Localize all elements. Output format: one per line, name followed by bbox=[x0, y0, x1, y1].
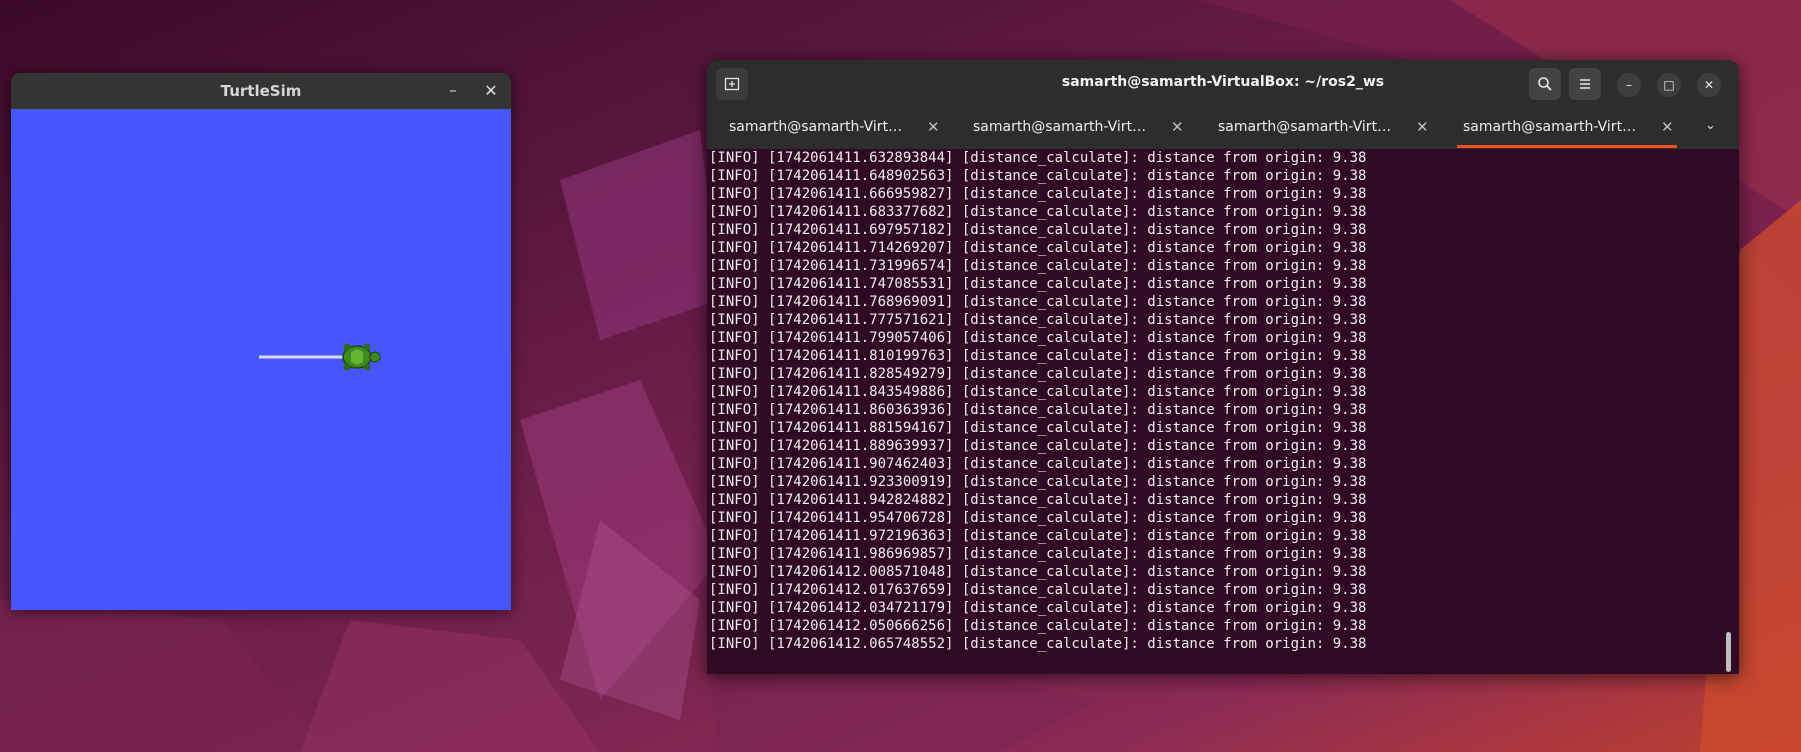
turtlesim-titlebar[interactable]: TurtleSim – ✕ bbox=[11, 73, 511, 110]
log-line: [INFO] [1742061412.008571048] [distance_… bbox=[709, 564, 1367, 580]
menu-button[interactable] bbox=[1569, 68, 1601, 100]
terminal-tab[interactable]: samarth@samarth-Virtu... ✕ bbox=[715, 108, 951, 149]
log-line: [INFO] [1742061411.881594167] [distance_… bbox=[709, 420, 1367, 436]
log-line: [INFO] [1742061411.648902563] [distance_… bbox=[709, 168, 1367, 184]
log-line: [INFO] [1742061411.889639937] [distance_… bbox=[709, 438, 1367, 454]
log-line: [INFO] [1742061411.986969857] [distance_… bbox=[709, 546, 1367, 562]
terminal-window: samarth@samarth-VirtualBox: ~/ros2_ws – … bbox=[707, 60, 1739, 674]
turtlesim-title: TurtleSim bbox=[220, 82, 302, 100]
tab-label: samarth@samarth-Virtu... bbox=[1218, 119, 1398, 135]
turtlesim-canvas bbox=[11, 109, 511, 610]
log-line: [INFO] [1742061412.050666256] [distance_… bbox=[709, 618, 1367, 634]
log-line: [INFO] [1742061411.768969091] [distance_… bbox=[709, 294, 1367, 310]
terminal-output[interactable]: [INFO] [1742061411.632893844] [distance_… bbox=[707, 149, 1727, 674]
log-line: [INFO] [1742061411.907462403] [distance_… bbox=[709, 456, 1367, 472]
turtle-drawing bbox=[259, 343, 381, 371]
log-line: [INFO] [1742061411.731996574] [distance_… bbox=[709, 258, 1367, 274]
log-line: [INFO] [1742061412.034721179] [distance_… bbox=[709, 600, 1367, 616]
log-line: [INFO] [1742061411.843549886] [distance_… bbox=[709, 384, 1367, 400]
log-line: [INFO] [1742061411.777571621] [distance_… bbox=[709, 312, 1367, 328]
log-line: [INFO] [1742061411.860363936] [distance_… bbox=[709, 402, 1367, 418]
log-line: [INFO] [1742061411.714269207] [distance_… bbox=[709, 240, 1367, 256]
log-line: [INFO] [1742061411.683377682] [distance_… bbox=[709, 204, 1367, 220]
tab-label: samarth@samarth-Virtu... bbox=[973, 119, 1153, 135]
hamburger-menu-icon bbox=[1580, 79, 1590, 89]
minimize-button[interactable]: – bbox=[1617, 73, 1641, 97]
log-line: [INFO] [1742061411.799057406] [distance_… bbox=[709, 330, 1367, 346]
close-button[interactable]: ✕ bbox=[1697, 73, 1721, 97]
log-line: [INFO] [1742061411.923300919] [distance_… bbox=[709, 474, 1367, 490]
terminal-tab-active[interactable]: samarth@samarth-Virtu... ✕ bbox=[1449, 108, 1685, 149]
tab-close-icon[interactable]: ✕ bbox=[1171, 118, 1184, 136]
log-line: [INFO] [1742061412.017637659] [distance_… bbox=[709, 582, 1367, 598]
active-tab-indicator bbox=[1457, 145, 1677, 148]
close-button[interactable]: ✕ bbox=[479, 79, 503, 103]
search-button[interactable] bbox=[1529, 68, 1561, 100]
scrollbar[interactable] bbox=[1726, 632, 1731, 672]
tab-close-icon[interactable]: ✕ bbox=[1416, 118, 1429, 136]
tab-close-icon[interactable]: ✕ bbox=[927, 118, 940, 136]
log-line: [INFO] [1742061411.810199763] [distance_… bbox=[709, 348, 1367, 364]
log-line: [INFO] [1742061411.828549279] [distance_… bbox=[709, 366, 1367, 382]
log-line: [INFO] [1742061411.697957182] [distance_… bbox=[709, 222, 1367, 238]
log-line: [INFO] [1742061411.954706728] [distance_… bbox=[709, 510, 1367, 526]
tab-bar: samarth@samarth-Virtu... ✕ samarth@samar… bbox=[707, 108, 1739, 149]
log-line: [INFO] [1742061411.666959827] [distance_… bbox=[709, 186, 1367, 202]
turtle-icon bbox=[342, 343, 381, 371]
log-line: [INFO] [1742061411.972196363] [distance_… bbox=[709, 528, 1367, 544]
terminal-tab[interactable]: samarth@samarth-Virtu... ✕ bbox=[1204, 108, 1440, 149]
turtlesim-window: TurtleSim – ✕ bbox=[11, 73, 511, 610]
log-line: [INFO] [1742061411.942824882] [distance_… bbox=[709, 492, 1367, 508]
log-line: [INFO] [1742061412.065748552] [distance_… bbox=[709, 636, 1367, 652]
search-icon bbox=[1538, 77, 1552, 91]
tab-label: samarth@samarth-Virtu... bbox=[729, 119, 909, 135]
log-line: [INFO] [1742061411.747085531] [distance_… bbox=[709, 276, 1367, 292]
terminal-tab[interactable]: samarth@samarth-Virtu... ✕ bbox=[959, 108, 1195, 149]
minimize-button[interactable]: – bbox=[441, 79, 465, 103]
tab-close-icon[interactable]: ✕ bbox=[1661, 118, 1674, 136]
maximize-button[interactable]: □ bbox=[1657, 73, 1681, 97]
log-line: [INFO] [1742061411.632893844] [distance_… bbox=[709, 150, 1367, 166]
terminal-headerbar[interactable]: samarth@samarth-VirtualBox: ~/ros2_ws – … bbox=[707, 60, 1739, 108]
tab-list-chevron-icon[interactable]: ⌄ bbox=[1705, 118, 1716, 133]
tab-label: samarth@samarth-Virtu... bbox=[1463, 119, 1643, 135]
